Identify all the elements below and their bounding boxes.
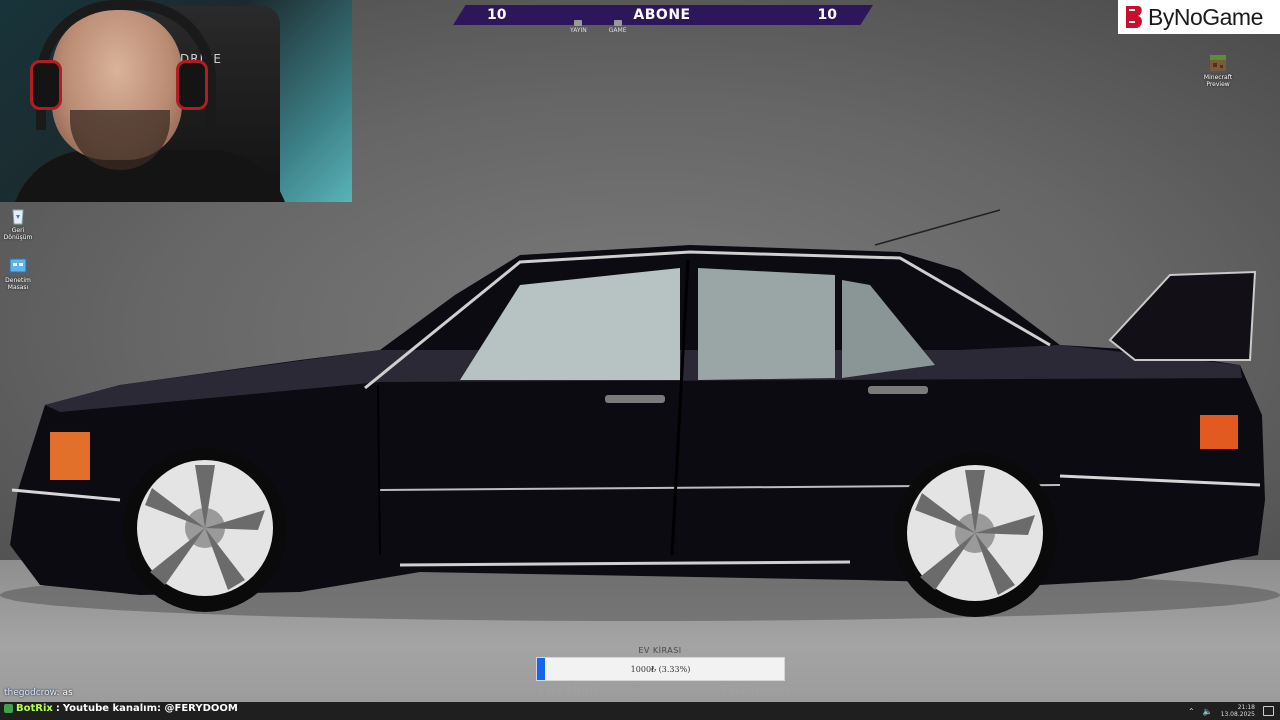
bot-badge-icon <box>4 704 13 713</box>
car-wallpaper-image <box>0 209 1280 621</box>
goal-sub-icons: YAYIN GAME <box>570 20 627 34</box>
donation-goal-title: EV KİRASI <box>638 646 682 655</box>
control-panel-icon <box>9 258 27 273</box>
notification-icon[interactable] <box>1263 706 1274 716</box>
bynogame-logo-icon <box>1126 6 1142 28</box>
desktop-icon-label: Geri Dönüşüm <box>3 227 33 241</box>
minecraft-icon <box>1210 55 1226 71</box>
stream-label: YAYIN <box>570 27 587 34</box>
goal-left-count: 10 <box>487 7 507 23</box>
chevron-up-icon[interactable]: ⌃ <box>1188 707 1195 716</box>
subscriber-goal-banner: 10 ABONE 10 <box>453 5 873 25</box>
donation-goal-min-label: TRY1000 <box>537 683 598 697</box>
desktop-icon-label: Minecraft Preview <box>1203 74 1233 88</box>
stream-icon <box>574 20 583 26</box>
donation-goal-progress-bar: 1000₺ (3.33%) <box>536 657 785 681</box>
chat-text: Youtube kanalım: @FERYDOOM <box>62 703 238 714</box>
goal-title: ABONE <box>633 7 691 23</box>
chat-separator: : <box>56 688 60 698</box>
system-tray: ⌃ 🔈 21:18 13.08.2025 <box>1188 702 1274 720</box>
taskbar-clock[interactable]: 21:18 13.08.2025 <box>1221 704 1255 718</box>
chat-username: BotRix <box>16 703 53 714</box>
clock-date: 13.08.2025 <box>1220 711 1255 718</box>
chat-message: BotRix: Youtube kanalım: @FERYDOOM <box>4 703 238 714</box>
headset-left-ear <box>30 60 62 110</box>
goal-right-count: 10 <box>817 7 837 23</box>
desktop-icon-control-panel[interactable]: Denetim Masası <box>0 256 38 291</box>
bynogame-logo: ByNoGame <box>1118 0 1280 34</box>
donation-goal-max-label: TRY30000 <box>720 683 789 697</box>
chat-separator: : <box>55 703 60 714</box>
volume-icon[interactable]: 🔈 <box>1203 707 1213 716</box>
stream-item: YAYIN <box>570 20 587 34</box>
recycle-bin-icon <box>12 209 24 225</box>
chat-text: as <box>62 688 73 698</box>
donation-goal-progress-text: 1000₺ (3.33%) <box>630 664 691 674</box>
desktop-icon-recycle-bin[interactable]: Geri Dönüşüm <box>0 206 38 241</box>
game-item: GAME <box>609 20 627 34</box>
clock-time: 21:18 <box>1237 704 1255 711</box>
game-label: GAME <box>608 27 627 34</box>
desktop-icon-minecraft[interactable]: Minecraft Preview <box>1198 53 1238 88</box>
game-icon <box>613 20 622 26</box>
headset-right-ear <box>176 60 208 110</box>
desktop-icon-label: Denetim Masası <box>5 277 31 291</box>
chat-username: thegodcrow <box>4 688 57 698</box>
chat-message: thegodcrow: as <box>4 688 73 698</box>
webcam-overlay: DRIVE <box>0 0 352 202</box>
logo-text: ByNoGame <box>1148 3 1263 30</box>
